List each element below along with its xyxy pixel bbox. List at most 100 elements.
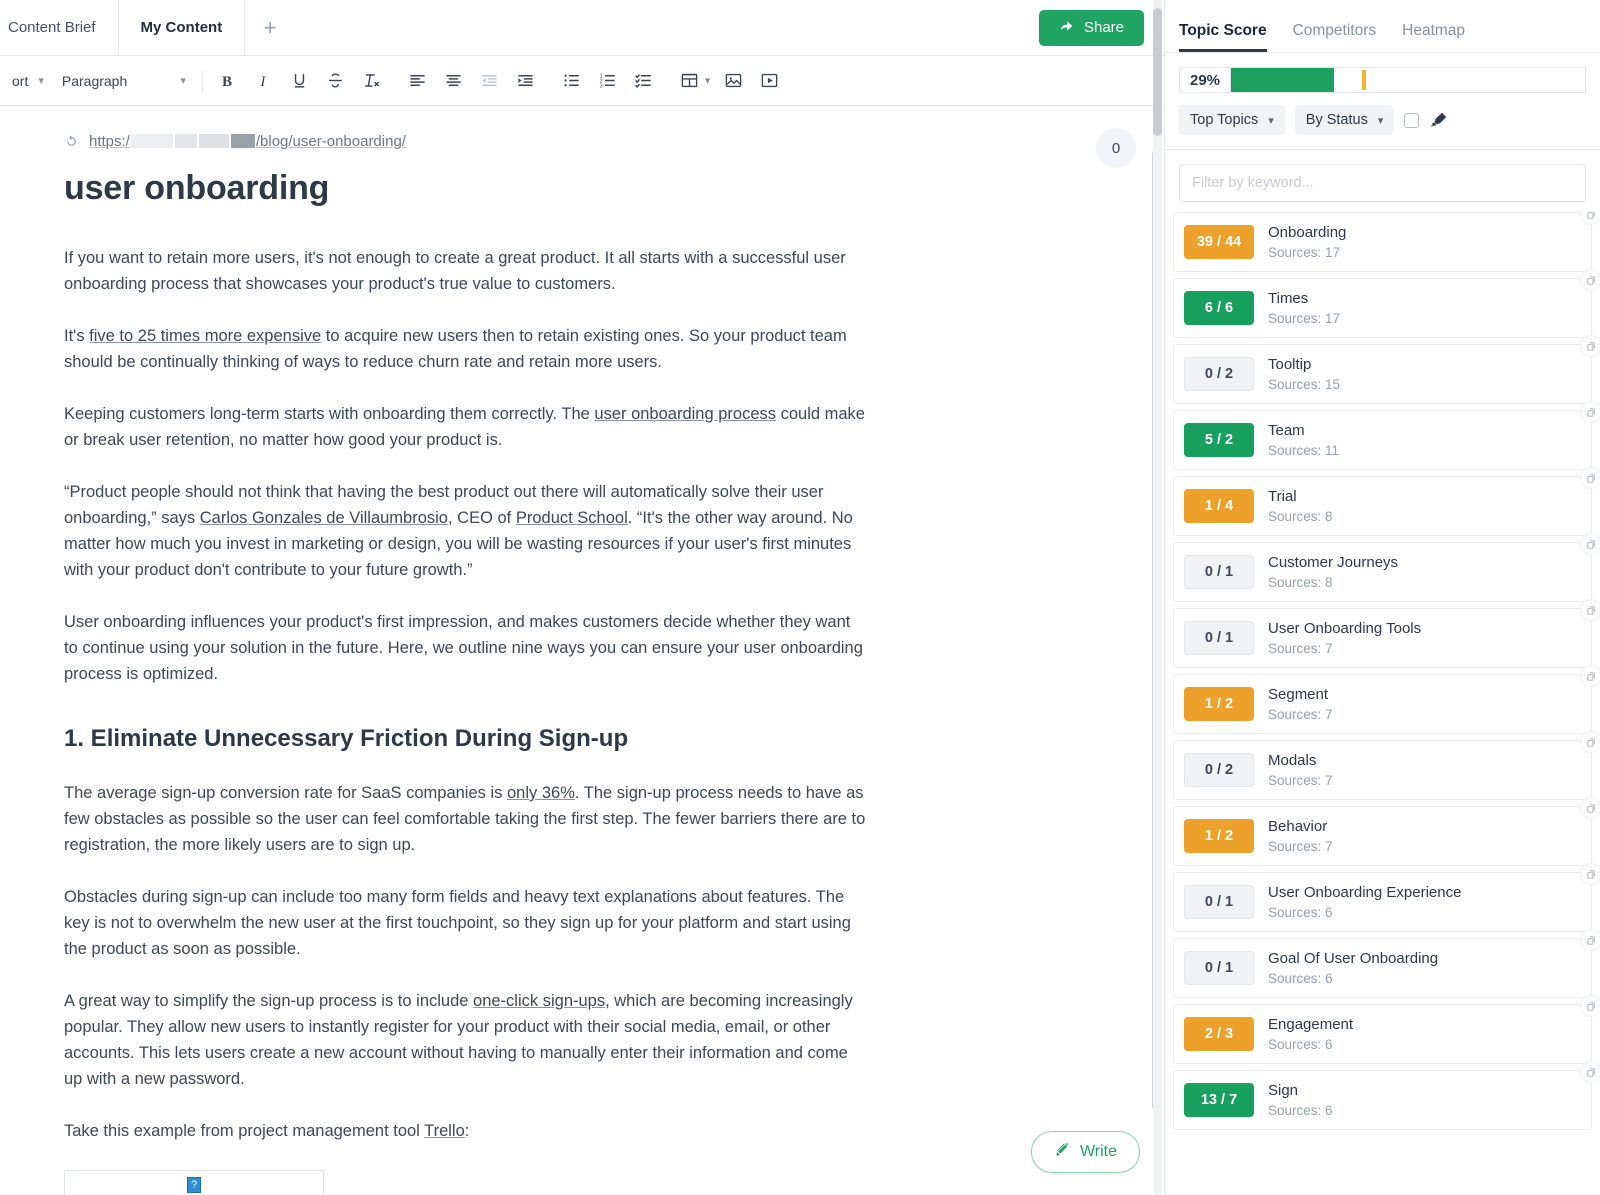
strikethrough-button[interactable] (319, 64, 353, 98)
inline-link[interactable]: Product School (516, 509, 628, 527)
copy-icon[interactable] (1580, 533, 1600, 555)
inline-link[interactable]: Trello (424, 1122, 465, 1140)
table-button[interactable] (673, 64, 707, 98)
add-tab-button[interactable]: + (245, 0, 295, 55)
topic-card[interactable]: 0 / 1 Goal Of User Onboarding Sources: 6 (1173, 929, 1600, 998)
copy-icon[interactable] (1580, 797, 1600, 819)
paragraph: Keeping customers long-term starts with … (64, 401, 866, 453)
checklist-button[interactable] (627, 64, 661, 98)
refresh-icon[interactable] (64, 134, 79, 149)
url-redacted-block (230, 134, 255, 148)
topic-card[interactable]: 2 / 3 Engagement Sources: 6 (1173, 995, 1600, 1064)
topic-card[interactable]: 0 / 2 Modals Sources: 7 (1173, 731, 1600, 800)
document-body[interactable]: user onboarding If you want to retain mo… (0, 168, 930, 1195)
panel-scrollbar-thumb[interactable] (1153, 8, 1162, 136)
inline-link[interactable]: one-click sign-ups (473, 992, 605, 1010)
topic-card[interactable]: 0 / 1 Customer Journeys Sources: 8 (1173, 533, 1600, 602)
image-button[interactable] (716, 64, 750, 98)
bullet-list-button[interactable] (555, 64, 589, 98)
editor-pane: Content Brief My Content + Share ort ▾ P… (0, 0, 1164, 1195)
copy-icon[interactable] (1580, 335, 1600, 357)
copy-icon[interactable] (1580, 599, 1600, 621)
italic-button[interactable]: I (247, 64, 281, 98)
tab-label: Content Brief (8, 19, 96, 36)
topic-card[interactable]: 0 / 1 User Onboarding Tools Sources: 7 (1173, 599, 1600, 668)
copy-icon[interactable] (1580, 467, 1600, 489)
inline-link[interactable]: user onboarding process (594, 405, 776, 423)
copy-icon[interactable] (1580, 212, 1600, 225)
document-url[interactable]: https:/ /blog/user-onboarding/ (89, 132, 406, 150)
topic-texts: Segment Sources: 7 (1268, 686, 1333, 723)
paragraph: Obstacles during sign-up can include too… (64, 884, 866, 962)
tab-label: Competitors (1292, 22, 1377, 39)
align-center-button[interactable] (437, 64, 471, 98)
topic-card[interactable]: 1 / 4 Trial Sources: 8 (1173, 467, 1600, 536)
topic-card[interactable]: 1 / 2 Behavior Sources: 7 (1173, 797, 1600, 866)
topic-score-chip: 1 / 4 (1184, 489, 1254, 523)
copy-icon[interactable] (1580, 929, 1600, 951)
copy-icon[interactable] (1580, 269, 1600, 291)
copy-icon[interactable] (1580, 995, 1600, 1017)
topic-score-chip: 39 / 44 (1184, 225, 1254, 259)
top-topics-dropdown[interactable]: Top Topics ▾ (1179, 105, 1285, 135)
topic-score-chip: 0 / 2 (1184, 357, 1254, 391)
copy-icon[interactable] (1580, 401, 1600, 423)
clear-formatting-button[interactable] (355, 64, 389, 98)
keyword-filter-wrap (1165, 150, 1600, 212)
topic-sources: Sources: 6 (1268, 1036, 1333, 1052)
numbered-list-button[interactable]: 123 (591, 64, 625, 98)
broken-image-placeholder[interactable]: ? (64, 1169, 324, 1195)
bold-button[interactable]: B (211, 64, 245, 98)
url-redacted-block (198, 134, 229, 148)
paragraph: “Product people should not think that ha… (64, 479, 866, 583)
topic-name: Goal Of User Onboarding (1268, 949, 1439, 967)
topic-card[interactable]: 5 / 2 Team Sources: 11 (1173, 401, 1600, 470)
tab-heatmap[interactable]: Heatmap (1402, 22, 1465, 52)
inline-link[interactable]: five to 25 times more expensive (89, 327, 321, 345)
copy-icon[interactable] (1580, 1061, 1600, 1083)
topic-score-chip: 0 / 2 (1184, 753, 1254, 787)
tab-content-brief[interactable]: Content Brief (0, 0, 119, 55)
highlighter-icon[interactable] (1429, 110, 1449, 130)
paragraph-style-select[interactable]: Paragraph ▾ (54, 64, 194, 98)
tab-topic-score[interactable]: Topic Score (1179, 22, 1267, 52)
copy-icon[interactable] (1580, 665, 1600, 687)
topic-texts: Tooltip Sources: 15 (1268, 356, 1340, 393)
tab-competitors[interactable]: Competitors (1293, 22, 1377, 52)
font-select[interactable]: ort ▾ (4, 64, 52, 98)
topic-score-chip: 1 / 2 (1184, 819, 1254, 853)
underline-button[interactable] (283, 64, 317, 98)
topic-card[interactable]: 13 / 7 Sign Sources: 6 (1173, 1061, 1600, 1130)
write-button[interactable]: Write (1030, 1131, 1140, 1173)
keyword-filter-input[interactable] (1179, 164, 1586, 202)
topic-card[interactable]: 6 / 6 Times Sources: 17 (1173, 269, 1600, 338)
paragraph-style-label: Paragraph (61, 72, 128, 89)
video-button[interactable] (752, 64, 786, 98)
copy-icon[interactable] (1580, 863, 1600, 885)
topic-list[interactable]: 39 / 44 Onboarding Sources: 17 6 / 6 Times So… (1165, 212, 1600, 1195)
align-left-button[interactable] (401, 64, 435, 98)
inline-link[interactable]: Carlos Gonzales de Villaumbrosio (200, 509, 448, 527)
indent-button[interactable] (509, 64, 543, 98)
topic-card[interactable]: 1 / 2 Segment Sources: 7 (1173, 665, 1600, 734)
topic-card[interactable]: 0 / 1 User Onboarding Experience Sources: … (1173, 863, 1600, 932)
tab-my-content[interactable]: My Content (119, 0, 246, 55)
topic-sources: Sources: 17 (1268, 244, 1341, 260)
topic-card[interactable]: 39 / 44 Onboarding Sources: 17 (1173, 212, 1600, 272)
copy-icon[interactable] (1580, 731, 1600, 753)
topic-filters-row: Top Topics ▾ By Status ▾ (1165, 93, 1600, 150)
chevron-down-icon[interactable]: ▾ (705, 74, 711, 87)
highlight-checkbox[interactable] (1404, 112, 1420, 128)
topic-name: Engagement (1268, 1015, 1354, 1033)
score-value: 29% (1179, 67, 1231, 93)
inline-link[interactable]: only 36% (507, 784, 575, 802)
by-status-dropdown[interactable]: By Status ▾ (1294, 105, 1395, 135)
topic-score-chip: 0 / 1 (1184, 621, 1254, 655)
topic-name: Trial (1268, 487, 1297, 505)
document-scroll-area[interactable]: 0 https:/ /blog/user-onboarding/ user onb… (0, 106, 1164, 1195)
share-button[interactable]: Share (1038, 9, 1144, 46)
dropdown-label: Top Topics (1190, 112, 1259, 128)
topic-card[interactable]: 0 / 2 Tooltip Sources: 15 (1173, 335, 1600, 404)
outdent-button[interactable] (473, 64, 507, 98)
panel-scrollbar-track[interactable] (1153, 0, 1162, 1195)
